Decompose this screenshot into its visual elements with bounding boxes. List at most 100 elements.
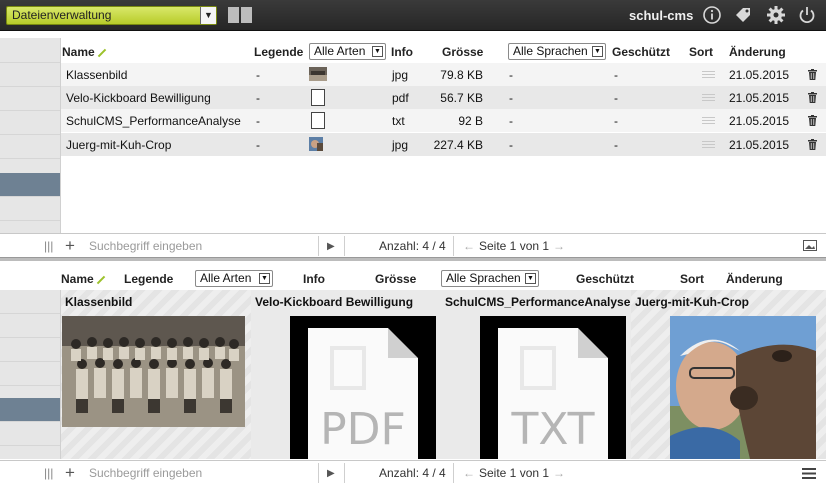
- column-legende[interactable]: Legende: [254, 45, 303, 59]
- sidebar-cell[interactable]: [0, 38, 60, 63]
- column-legende[interactable]: Legende: [124, 272, 173, 286]
- table-row[interactable]: Klassenbild - jpg 79.8 KB - - 21.05.2015: [61, 63, 826, 86]
- row-legende: -: [256, 138, 260, 152]
- column-resize-icon[interactable]: |||: [44, 466, 53, 480]
- row-type: pdf: [392, 91, 409, 105]
- column-resize-icon[interactable]: |||: [44, 239, 53, 253]
- sidebar-cell[interactable]: [0, 422, 60, 446]
- row-protected: -: [614, 68, 618, 82]
- pencil-icon: [97, 48, 106, 58]
- row-size: 227.4 KB: [433, 138, 483, 152]
- list-footer: ||| + Suchbegriff eingeben ▶ Anzahl: 4 /…: [0, 233, 826, 257]
- sidebar-bottom: [0, 290, 61, 459]
- column-sort[interactable]: Sort: [689, 45, 713, 59]
- sidebar-cell-selected[interactable]: [0, 398, 60, 422]
- chevron-down-icon: ▼: [525, 273, 536, 284]
- power-icon[interactable]: [797, 5, 817, 25]
- module-select[interactable]: Dateienverwaltung ▼: [6, 6, 217, 25]
- plus-icon[interactable]: +: [65, 236, 75, 256]
- row-legende: -: [256, 114, 260, 128]
- column-aenderung[interactable]: Änderung: [729, 45, 786, 59]
- language-filter-value: Alle Sprachen: [446, 271, 521, 285]
- image-thumbnail: [309, 67, 327, 81]
- search-input[interactable]: Suchbegriff eingeben: [89, 466, 202, 480]
- image-thumbnail: [309, 137, 323, 151]
- grid-tile[interactable]: SchulCMS_PerformanceAnalyse TXT: [441, 290, 631, 459]
- drag-handle-icon[interactable]: [702, 94, 715, 101]
- chevron-down-icon[interactable]: ▼: [200, 7, 216, 24]
- trash-icon[interactable]: [808, 139, 817, 150]
- table-row[interactable]: SchulCMS_PerformanceAnalyse - txt 92 B -…: [61, 109, 826, 132]
- play-icon[interactable]: ▶: [327, 468, 335, 479]
- type-filter-value: Alle Arten: [314, 44, 366, 58]
- plus-icon[interactable]: +: [65, 463, 75, 483]
- split-layout-icon[interactable]: [228, 7, 253, 23]
- column-aenderung[interactable]: Änderung: [726, 272, 783, 286]
- sidebar-cell[interactable]: [0, 197, 60, 221]
- column-name[interactable]: Name: [62, 45, 107, 59]
- prev-page-arrow[interactable]: ←: [463, 466, 475, 480]
- next-page-arrow[interactable]: →: [553, 239, 565, 253]
- grid-tile[interactable]: Juerg-mit-Kuh-Crop: [631, 290, 826, 459]
- sidebar-cell[interactable]: [0, 338, 60, 362]
- sidebar-cell[interactable]: [0, 87, 60, 111]
- trash-icon[interactable]: [808, 92, 817, 103]
- txt-document-icon: TXT: [480, 316, 626, 459]
- column-name[interactable]: Name: [61, 272, 106, 286]
- search-input[interactable]: Suchbegriff eingeben: [89, 239, 202, 253]
- column-groesse[interactable]: Grösse: [375, 272, 416, 286]
- play-icon[interactable]: ▶: [327, 241, 335, 252]
- row-size: 92 B: [458, 114, 483, 128]
- column-geschuetzt[interactable]: Geschützt: [576, 272, 634, 286]
- grid-view: Klassenbild Velo-Kickboard Bewilligung P…: [61, 290, 826, 459]
- row-legende: -: [256, 91, 260, 105]
- column-info[interactable]: Info: [303, 272, 325, 286]
- prev-page-arrow[interactable]: ←: [463, 239, 475, 253]
- drag-handle-icon[interactable]: [702, 71, 715, 78]
- sidebar-cell[interactable]: [0, 314, 60, 338]
- hamburger-icon[interactable]: [802, 468, 816, 479]
- drag-handle-icon[interactable]: [702, 141, 715, 148]
- sidebar-top: [0, 38, 61, 233]
- tag-icon[interactable]: [733, 5, 753, 25]
- row-name: Juerg-mit-Kuh-Crop: [66, 138, 172, 152]
- table-row[interactable]: Juerg-mit-Kuh-Crop - jpg 227.4 KB - - 21…: [61, 133, 826, 156]
- row-name: Velo-Kickboard Bewilligung: [66, 91, 211, 105]
- trash-icon[interactable]: [808, 69, 817, 80]
- sidebar-cell[interactable]: [0, 290, 60, 314]
- sidebar-cell[interactable]: [0, 135, 60, 159]
- info-icon[interactable]: [702, 5, 722, 25]
- grid-footer: ||| + Suchbegriff eingeben ▶ Anzahl: 4 /…: [0, 460, 826, 484]
- pane-divider[interactable]: [0, 257, 826, 261]
- column-geschuetzt[interactable]: Geschützt: [612, 45, 670, 59]
- sidebar-cell[interactable]: [0, 111, 60, 135]
- grid-tile[interactable]: Velo-Kickboard Bewilligung PDF: [251, 290, 441, 459]
- module-select-value: Dateienverwaltung: [12, 8, 112, 22]
- sidebar-cell[interactable]: [0, 63, 60, 87]
- column-groesse[interactable]: Grösse: [442, 45, 483, 59]
- gear-icon[interactable]: [766, 5, 786, 25]
- sidebar-cell-selected[interactable]: [0, 173, 60, 197]
- tile-title: Velo-Kickboard Bewilligung: [255, 295, 414, 309]
- type-filter-value: Alle Arten: [200, 271, 252, 285]
- image-icon[interactable]: [803, 240, 817, 251]
- language-filter-select[interactable]: Alle Sprachen ▼: [508, 43, 606, 60]
- sidebar-cell[interactable]: [0, 362, 60, 386]
- doc-type-label: TXT: [511, 404, 595, 455]
- type-filter-select[interactable]: Alle Arten ▼: [309, 43, 386, 60]
- trash-icon[interactable]: [808, 115, 817, 126]
- column-sort[interactable]: Sort: [680, 272, 704, 286]
- drag-handle-icon[interactable]: [702, 117, 715, 124]
- doc-type-label: PDF: [320, 404, 406, 455]
- list-header: Name Legende Alle Arten ▼ Info Grösse All…: [61, 41, 826, 63]
- chevron-down-icon: ▼: [592, 46, 603, 57]
- language-filter-select[interactable]: Alle Sprachen ▼: [441, 270, 539, 287]
- grid-tile[interactable]: Klassenbild: [61, 290, 251, 459]
- row-protected: -: [614, 91, 618, 105]
- class-photo-image: [62, 316, 245, 427]
- next-page-arrow[interactable]: →: [553, 466, 565, 480]
- table-row[interactable]: Velo-Kickboard Bewilligung - pdf 56.7 KB…: [61, 86, 826, 109]
- type-filter-select[interactable]: Alle Arten ▼: [195, 270, 273, 287]
- tile-title: Juerg-mit-Kuh-Crop: [635, 295, 749, 309]
- column-info[interactable]: Info: [391, 45, 413, 59]
